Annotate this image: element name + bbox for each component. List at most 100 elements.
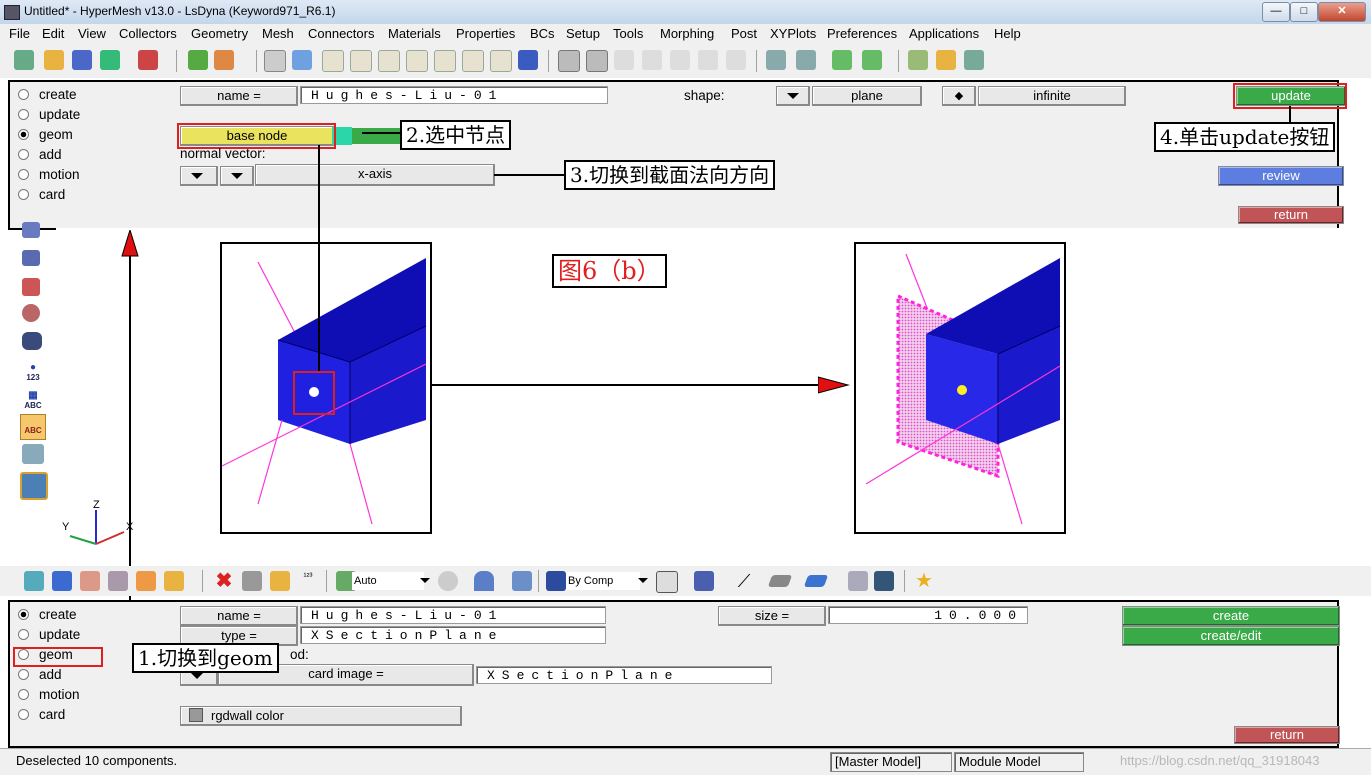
assembly-icon[interactable] — [52, 571, 72, 591]
zoom-fit-icon[interactable] — [586, 50, 608, 72]
mesh-icon-2[interactable] — [22, 250, 40, 266]
menu-edit[interactable]: Edit — [42, 26, 64, 41]
bycomp-field[interactable]: By Comp — [566, 572, 640, 590]
size-input[interactable]: 10.000 — [828, 606, 1028, 624]
shape-dropdown[interactable] — [776, 86, 810, 106]
vector-dropdown-1[interactable] — [180, 166, 218, 186]
axis-button[interactable]: x-axis — [255, 164, 495, 186]
menu-applications[interactable]: Applications — [909, 26, 979, 41]
return-button-top[interactable]: return — [1238, 206, 1344, 224]
radio-motion[interactable]: motion — [18, 167, 80, 182]
rotate-icon[interactable] — [726, 50, 746, 70]
menu-bcs[interactable]: BCs — [530, 26, 555, 41]
download-icon[interactable] — [136, 571, 156, 591]
user-icon[interactable] — [188, 50, 208, 70]
renumber-icon[interactable]: ¹²³ — [298, 571, 318, 591]
wireframe-icon[interactable] — [656, 571, 678, 593]
open-model-icon[interactable] — [44, 50, 64, 70]
menu-mesh[interactable]: Mesh — [262, 26, 294, 41]
auto-field[interactable]: Auto — [352, 572, 424, 590]
maximize-button[interactable]: □ — [1290, 2, 1318, 22]
view-xz-icon[interactable] — [406, 50, 428, 72]
minimize-button[interactable]: — — [1262, 2, 1290, 22]
menu-help[interactable]: Help — [994, 26, 1021, 41]
menu-setup[interactable]: Setup — [566, 26, 600, 41]
zoom-window-icon[interactable] — [558, 50, 580, 72]
sum-icon[interactable] — [908, 50, 928, 70]
abc-active-icon[interactable]: ABC — [20, 414, 46, 440]
transfer-icon[interactable] — [22, 444, 44, 464]
name-label-button[interactable]: name = — [180, 86, 298, 106]
view-iso-icon[interactable] — [490, 50, 512, 72]
menu-xyplots[interactable]: XYPlots — [770, 26, 816, 41]
numbers-icon[interactable]: ● 123 — [22, 362, 44, 382]
plane-icon[interactable] — [20, 472, 48, 500]
master-model-indicator[interactable]: [Master Model] — [830, 752, 952, 772]
layer-icon[interactable] — [767, 575, 793, 587]
menu-materials[interactable]: Materials — [388, 26, 441, 41]
mesh-shade-icon[interactable] — [694, 571, 714, 591]
menu-properties[interactable]: Properties — [456, 26, 515, 41]
card-image-input[interactable]: XSectionPlane — [476, 666, 772, 684]
menu-morphing[interactable]: Morphing — [660, 26, 714, 41]
new-model-icon[interactable] — [14, 50, 34, 70]
shape-value[interactable]: plane — [812, 86, 922, 106]
favorite-star-icon[interactable]: ★ — [914, 571, 934, 591]
menu-file[interactable]: File — [9, 26, 30, 41]
view-reset-icon[interactable] — [518, 50, 538, 70]
auto-dropdown-arrow[interactable] — [420, 578, 430, 583]
size-label-button[interactable]: size = — [718, 606, 826, 626]
export-icon[interactable] — [138, 50, 158, 70]
name-label-button-bottom[interactable]: name = — [180, 606, 298, 626]
radio-add-bottom[interactable]: add — [18, 667, 62, 682]
radio-motion-bottom[interactable]: motion — [18, 687, 80, 702]
radio-add[interactable]: add — [18, 147, 62, 162]
extent-value[interactable]: infinite — [978, 86, 1126, 106]
folder-icon[interactable] — [164, 571, 184, 591]
module-model-indicator[interactable]: Module Model — [954, 752, 1084, 772]
solid-icon[interactable] — [512, 571, 532, 591]
radio-geom[interactable]: geom — [18, 127, 73, 142]
bycomp-dropdown-arrow[interactable] — [638, 578, 648, 583]
extent-toggle[interactable]: ◆ — [942, 86, 976, 106]
radio-create[interactable]: create — [18, 87, 77, 102]
view-zx-icon[interactable] — [378, 50, 400, 72]
name-input-bottom[interactable]: Hughes-Liu-01 — [300, 606, 606, 624]
copy-icon[interactable] — [796, 50, 816, 70]
view-xy-icon[interactable] — [322, 50, 344, 72]
view-back-icon[interactable] — [292, 50, 312, 70]
horizontal-move-icon[interactable] — [670, 50, 690, 70]
view-zy-icon[interactable] — [462, 50, 484, 72]
forward-icon[interactable] — [832, 50, 852, 70]
view-yz-icon[interactable] — [434, 50, 456, 72]
hand-icon[interactable] — [642, 50, 662, 70]
type-input[interactable]: XSectionPlane — [300, 626, 606, 644]
menu-view[interactable]: View — [78, 26, 106, 41]
chart-sum-icon[interactable] — [964, 50, 984, 70]
mesh-delete-icon[interactable] — [22, 278, 40, 296]
import-icon[interactable] — [100, 50, 120, 70]
folder-sum-icon[interactable] — [936, 50, 956, 70]
menu-tools[interactable]: Tools — [613, 26, 643, 41]
mesh-check-icon[interactable] — [22, 304, 40, 322]
unmask-icon[interactable] — [270, 571, 290, 591]
monitor-icon[interactable] — [874, 571, 894, 591]
radio-card[interactable]: card — [18, 187, 65, 202]
plane-shade-icon[interactable] — [803, 575, 829, 587]
vertical-move-icon[interactable] — [698, 50, 718, 70]
mesh-icon-1[interactable] — [22, 222, 40, 238]
rgdwall-color-button[interactable]: rgdwall color — [180, 706, 462, 726]
radio-update-bottom[interactable]: update — [18, 627, 80, 642]
paste-icon[interactable] — [766, 50, 786, 70]
line-icon[interactable]: ⟋ — [734, 571, 754, 591]
menu-collectors[interactable]: Collectors — [119, 26, 177, 41]
vector-dropdown-2[interactable] — [220, 166, 254, 186]
surface-icon[interactable] — [474, 571, 494, 591]
pan-icon[interactable] — [614, 50, 634, 70]
menu-connectors[interactable]: Connectors — [308, 26, 374, 41]
bycomp-icon[interactable] — [546, 571, 566, 591]
menu-post[interactable]: Post — [731, 26, 757, 41]
shape-icon[interactable] — [438, 571, 458, 591]
radio-card-bottom[interactable]: card — [18, 707, 65, 722]
radio-create-bottom[interactable]: create — [18, 607, 77, 622]
